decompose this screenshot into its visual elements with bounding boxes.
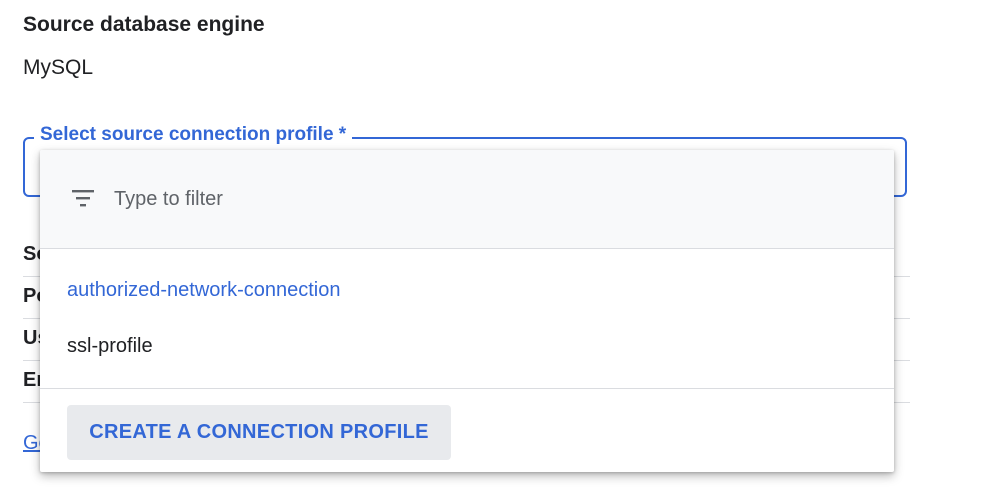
- filter-bar: [40, 150, 894, 249]
- connection-profile-dropdown: authorized-network-connection ssl-profil…: [40, 150, 894, 472]
- option-label: authorized-network-connection: [67, 279, 341, 301]
- create-connection-profile-button[interactable]: CREATE A CONNECTION PROFILE: [67, 405, 451, 460]
- option-ssl-profile[interactable]: ssl-profile: [40, 323, 894, 371]
- option-label: ssl-profile: [67, 335, 153, 357]
- options-divider: [40, 388, 894, 389]
- option-authorized-network-connection[interactable]: authorized-network-connection: [40, 267, 894, 315]
- source-engine-label: Source database engine: [23, 13, 265, 36]
- connection-profile-select-label: Select source connection profile *: [34, 124, 353, 146]
- filter-icon: [72, 190, 94, 207]
- filter-input[interactable]: [112, 184, 616, 214]
- source-engine-value: MySQL: [23, 56, 94, 79]
